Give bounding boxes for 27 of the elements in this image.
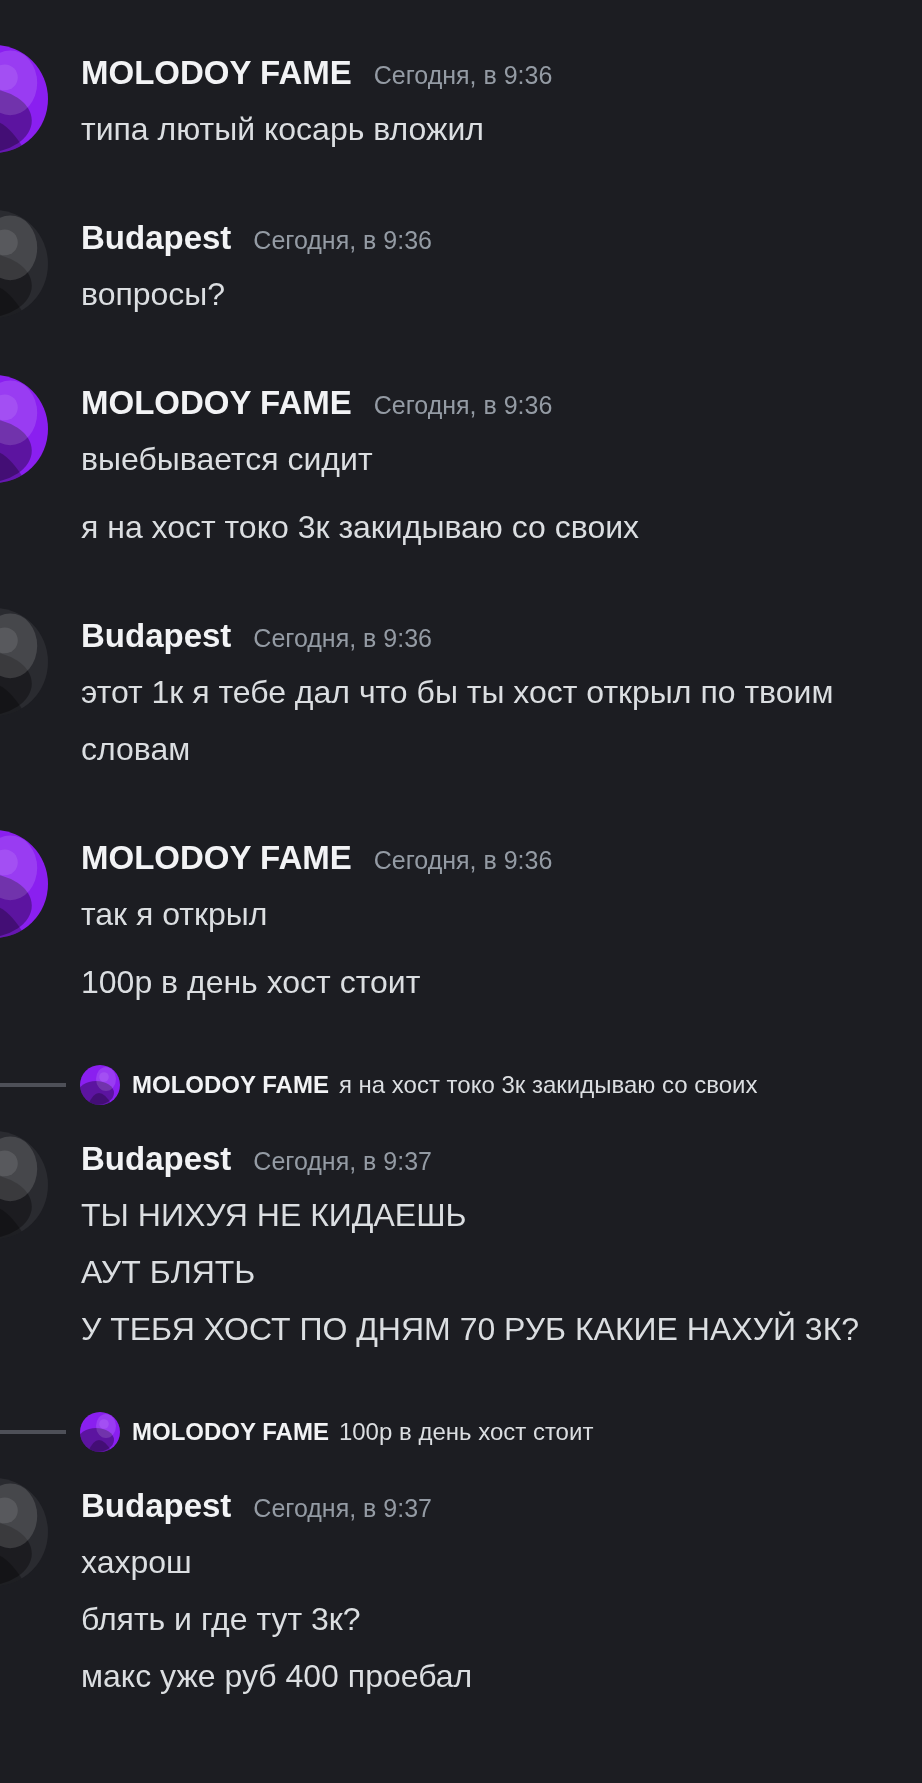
timestamp: Сегодня, в 9:36 (253, 226, 432, 255)
message-text: этот 1к я тебе дал что бы ты хост открыл по твоим словам (81, 673, 835, 769)
message-text: я на хост токо 3к закидываю со своих (81, 508, 641, 547)
username[interactable]: MOLODOY FAME (81, 45, 352, 101)
username[interactable]: Budapest (81, 1131, 232, 1187)
reply-author[interactable]: MOLODOY FAME (132, 1071, 329, 1099)
timestamp: Сегодня, в 9:36 (253, 624, 432, 653)
timestamp: Сегодня, в 9:36 (373, 391, 553, 420)
username[interactable]: MOLODOY FAME (81, 375, 352, 431)
reply-author[interactable]: MOLODOY FAME (132, 1418, 329, 1446)
message-text: так я открыл (81, 895, 269, 934)
timestamp: Сегодня, в 9:37 (253, 1147, 432, 1176)
message-text: выебывается сидит (81, 440, 374, 479)
message-text: вопросы? (81, 275, 227, 314)
username[interactable]: Budapest (81, 210, 232, 266)
username[interactable]: Budapest (81, 608, 232, 664)
reply-preview[interactable]: я на хост токо 3к закидываю со своих (338, 1071, 758, 1099)
timestamp: Сегодня, в 9:37 (253, 1494, 432, 1523)
message-text: 100р в день хост стоит (81, 963, 422, 1002)
reply-preview[interactable]: 100р в день хост стоит (338, 1418, 594, 1446)
message-text: типа лютый косарь вложил (81, 110, 485, 149)
timestamp: Сегодня, в 9:36 (373, 846, 553, 875)
timestamp: Сегодня, в 9:36 (373, 61, 553, 90)
username[interactable]: Budapest (81, 1478, 232, 1534)
message-text: ТЫ НИХУЯ НЕ КИДАЕШЬ АУТ БЛЯТЬ У ТЕБЯ ХОСТ ПО ДНЯМ 70 РУБ КАКИЕ НАХУЙ 3К? (81, 1196, 861, 1349)
username[interactable]: MOLODOY FAME (81, 830, 352, 886)
message-text: хахрош блять и где тут 3к? макс уже руб 400 проебал (81, 1543, 474, 1696)
